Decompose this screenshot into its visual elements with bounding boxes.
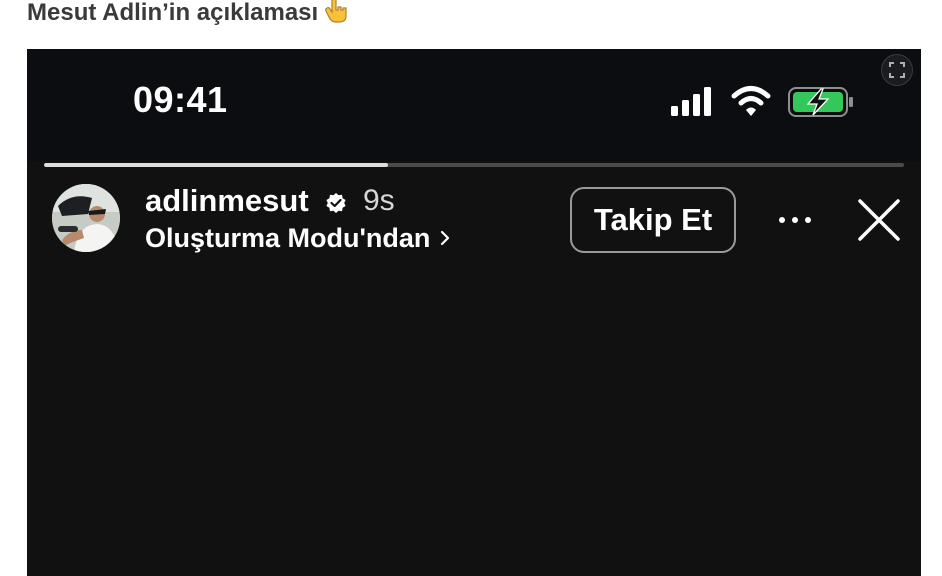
- follow-button[interactable]: Takip Et: [570, 187, 736, 253]
- signal-icon: [671, 87, 711, 116]
- avatar[interactable]: [52, 184, 120, 252]
- pointing-down-icon: [324, 0, 348, 32]
- chevron-right-icon: [441, 230, 450, 246]
- battery-charging-icon: [788, 87, 853, 117]
- article-heading: Mesut Adlin’in açıklaması: [27, 0, 348, 26]
- story-progress-bar: [44, 163, 904, 167]
- username[interactable]: adlinmesut: [145, 183, 309, 219]
- source-label: Oluşturma Modu'ndan: [145, 222, 431, 253]
- source-link[interactable]: Oluşturma Modu'ndan: [145, 221, 450, 255]
- article-heading-text: Mesut Adlin’in açıklaması: [27, 0, 319, 26]
- close-icon: [858, 199, 900, 241]
- fullscreen-button[interactable]: [881, 54, 913, 86]
- expand-icon: [889, 62, 905, 78]
- status-time: 09:41: [133, 79, 228, 120]
- status-bar: 09:41: [27, 49, 921, 161]
- verified-badge-icon: [326, 193, 346, 213]
- profile-photo: [52, 184, 120, 252]
- ellipsis-icon: [779, 217, 811, 223]
- story-time-ago: 9s: [363, 184, 395, 217]
- story-progress-fill: [44, 163, 388, 167]
- close-button[interactable]: [855, 196, 903, 244]
- more-options-button[interactable]: [775, 209, 815, 231]
- instagram-story-screenshot: 09:41 adlinmesut 9s Oluşturma Modu'ndan …: [27, 49, 921, 576]
- wifi-icon: [731, 86, 771, 116]
- page: Mesut Adlin’in açıklaması 09:41 adlinmes…: [0, 0, 942, 576]
- status-icons: [671, 86, 853, 117]
